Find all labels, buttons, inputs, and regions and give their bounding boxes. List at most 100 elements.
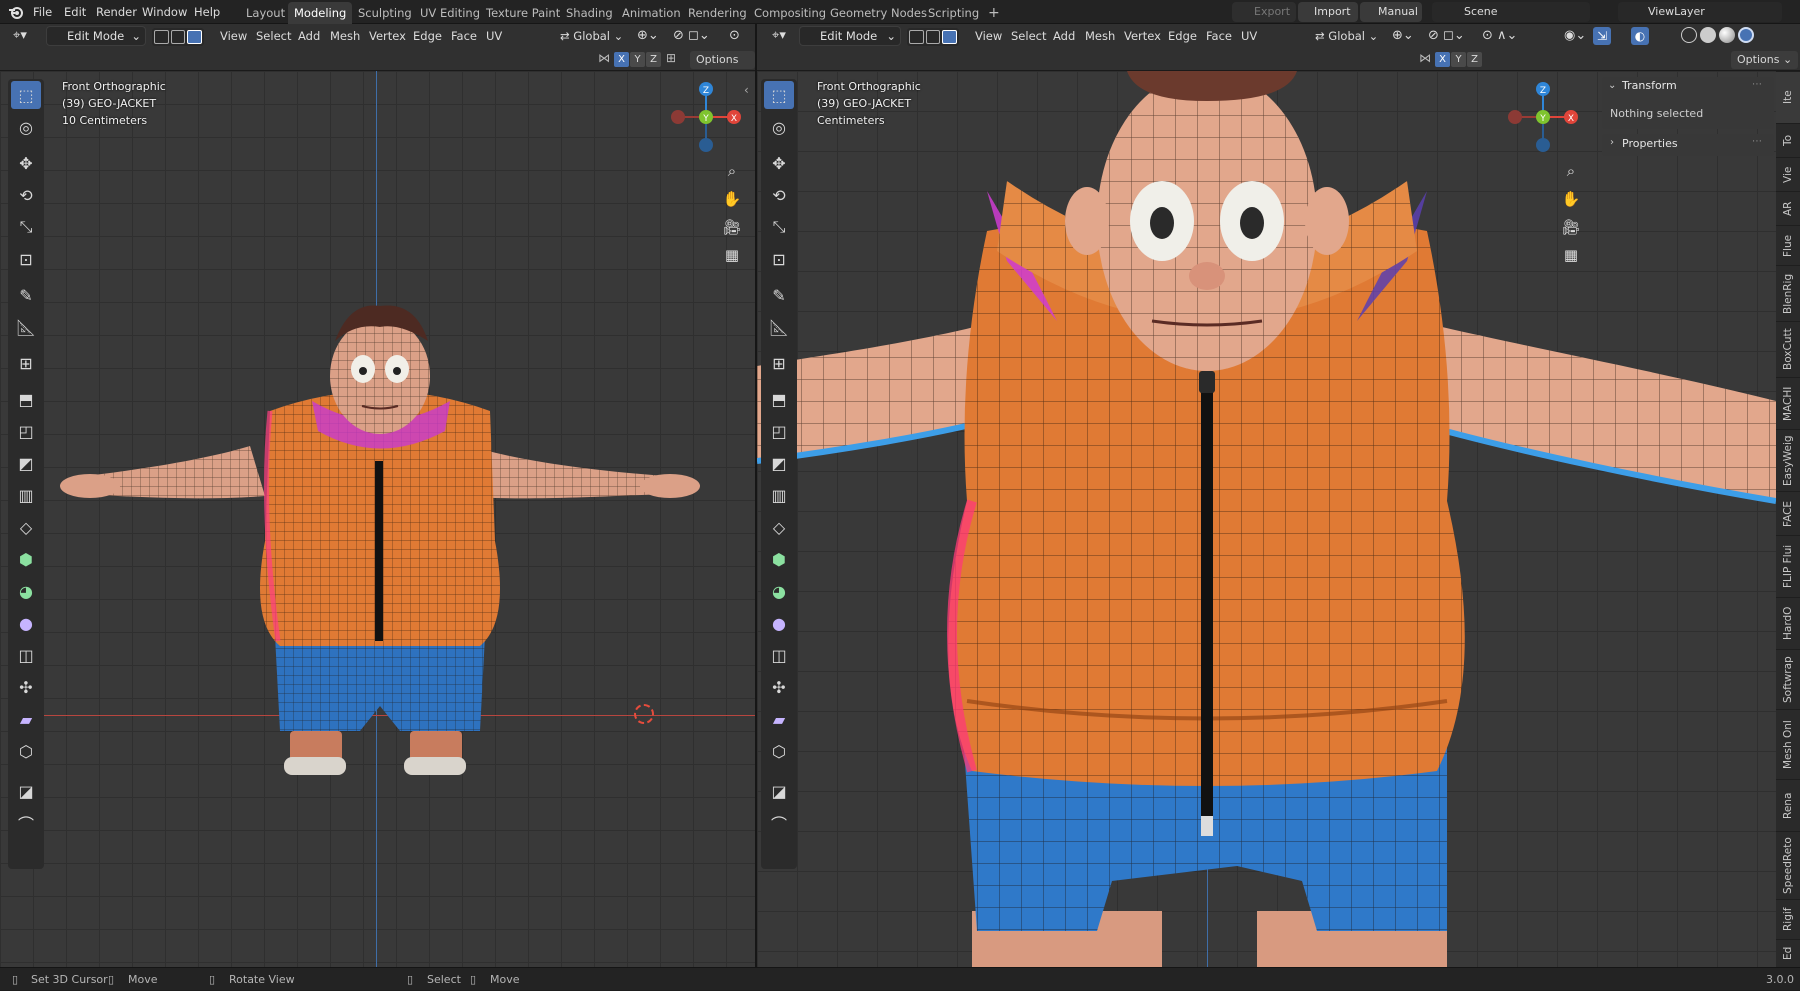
pan-hand-icon[interactable]: ✋ [718,187,746,211]
cursor-tool-icon[interactable]: ◎ [764,113,794,141]
pivot-icon[interactable]: ⊕⌄ [632,26,664,46]
axis-y-toggle[interactable]: Y [630,52,645,67]
visibility-icon[interactable]: ◉⌄ [1559,26,1591,46]
rotate-tool-icon[interactable]: ⟲ [11,181,41,209]
smooth-tool-icon[interactable]: ● [11,609,41,637]
menu-uv[interactable]: UV [1236,26,1262,46]
spin-tool-icon[interactable]: ◕ [11,577,41,605]
loop-cut-tool-icon[interactable]: ▥ [764,481,794,509]
shrink-fatten-tool-icon[interactable]: ✣ [11,673,41,701]
measure-tool-icon[interactable]: 📐︎ [11,313,41,341]
orientation-dropdown[interactable]: ⇄ Global ⌄ [1310,26,1383,46]
proportional-edit-icon[interactable]: ⊙ [724,26,745,46]
ortho-grid-icon[interactable]: ▦ [1557,243,1585,267]
sidetab-edit[interactable]: Ed [1776,939,1800,967]
sidetab-view[interactable]: Vie [1776,157,1800,191]
3d-cursor-icon[interactable] [634,704,654,724]
axis-z-toggle[interactable]: Z [646,52,661,67]
options-dropdown[interactable]: Options ⌄ [690,51,755,84]
vertex-select-icon[interactable] [909,30,924,44]
transform-tool-icon[interactable]: ⊡ [11,245,41,273]
smooth-tool-icon[interactable]: ● [764,609,794,637]
sidetab-flip-fluids[interactable]: FLIP Flui [1776,535,1800,597]
shear-tool-icon[interactable]: ▰ [764,705,794,733]
loop-cut-tool-icon[interactable]: ▥ [11,481,41,509]
transform-title[interactable]: Transform [1622,79,1677,92]
vertex-select-icon[interactable] [154,30,169,44]
zoom-icon[interactable]: ⌕ [1557,159,1585,183]
sidetab-boxcutter[interactable]: BoxCutt [1776,321,1800,377]
tab-uv-editing[interactable]: UV Editing [414,2,486,24]
edge-select-icon[interactable] [925,30,941,44]
snap-icon[interactable]: ⊘ ◻⌄ [1423,26,1470,46]
snap-icon[interactable]: ⊘ ◻⌄ [668,26,715,46]
sidetab-machin3[interactable]: MACHI [1776,377,1800,429]
auto-merge-icon[interactable]: ⊞ [666,51,676,65]
edge-slide-tool-icon[interactable]: ◫ [764,641,794,669]
menu-add[interactable]: Add [1048,26,1080,46]
rotate-tool-icon[interactable]: ⟲ [764,181,794,209]
custom-tool-a-icon[interactable]: ◪ [764,777,794,805]
tab-compositing[interactable]: Compositing [748,2,832,24]
tab-texture-paint[interactable]: Texture Paint [480,2,566,24]
manual-button[interactable]: Manual [1360,2,1422,22]
solid-shading-icon[interactable] [1700,27,1716,43]
edge-slide-tool-icon[interactable]: ◫ [11,641,41,669]
tab-animation[interactable]: Animation [616,2,687,24]
axis-z-toggle[interactable]: Z [1467,52,1482,67]
sidetab-mesh-online[interactable]: Mesh Onl [1776,709,1800,779]
sidetab-easyweight[interactable]: EasyWeig [1776,429,1800,491]
navigation-gizmo[interactable]: Z X Y [1505,79,1581,155]
scale-tool-icon[interactable]: ⤡ [11,213,41,241]
inset-tool-icon[interactable]: ◰ [11,417,41,445]
menu-edit[interactable]: Edit [60,0,90,24]
drag-handle-icon[interactable]: ⋯ [1752,79,1762,90]
tab-layout[interactable]: Layout [240,2,291,24]
axis-x-toggle[interactable]: X [1435,52,1450,67]
menu-window[interactable]: Window [138,0,191,24]
menu-select[interactable]: Select [1006,26,1051,46]
sidetab-hardops[interactable]: HardO [1776,597,1800,649]
camera-view-icon[interactable]: 🎥︎ [1557,215,1585,239]
mode-dropdown[interactable]: Edit Mode ⌄ [799,26,901,46]
viewlayer-selector[interactable]: ViewLayer [1618,2,1782,22]
overlay-toggle-icon[interactable]: ◐ [1631,27,1649,45]
sidetab-ar[interactable]: AR [1776,191,1800,225]
axis-x-toggle[interactable]: X [614,52,629,67]
pan-hand-icon[interactable]: ✋ [1557,187,1585,211]
chevron-down-icon[interactable]: ⌄ [1608,80,1616,91]
wireframe-shading-icon[interactable] [1681,27,1697,43]
custom-tool-b-icon[interactable]: ⌒ [11,809,41,837]
menu-edge[interactable]: Edge [1163,26,1202,46]
axis-y-toggle[interactable]: Y [1451,52,1466,67]
extrude-tool-icon[interactable]: ⬒ [11,385,41,413]
menu-vertex[interactable]: Vertex [364,26,411,46]
rendered-shading-icon[interactable] [1738,27,1754,43]
proportional-edit-icon[interactable]: ⊙ ∧⌄ [1477,26,1522,46]
cursor-tool-icon[interactable]: ◎ [11,113,41,141]
menu-add[interactable]: Add [293,26,325,46]
zoom-icon[interactable]: ⌕ [718,159,746,183]
drag-handle-icon[interactable]: ⋯ [1752,136,1762,147]
menu-face[interactable]: Face [1201,26,1237,46]
rip-tool-icon[interactable]: ⬡ [764,737,794,765]
sidetab-speedretopo[interactable]: SpeedReto [1776,831,1800,899]
material-shading-icon[interactable] [1719,27,1735,43]
transform-tool-icon[interactable]: ⊡ [764,245,794,273]
ortho-grid-icon[interactable]: ▦ [718,243,746,267]
scale-tool-icon[interactable]: ⤡ [764,213,794,241]
knife-tool-icon[interactable]: ◇ [764,513,794,541]
editor-type-icon[interactable]: ⌖▾ [767,26,791,46]
menu-view[interactable]: View [215,26,252,46]
blender-logo-icon[interactable] [8,4,24,20]
gizmo-toggle-icon[interactable]: ⇲ [1593,27,1611,45]
scene-selector[interactable]: Scene [1432,2,1590,22]
tab-geometry-nodes[interactable]: Geometry Nodes [824,2,933,24]
left-3d-viewport[interactable]: Front Orthographic (39) GEO-JACKET 10 Ce… [0,71,755,967]
sidetab-item[interactable]: Ite [1776,71,1800,123]
custom-tool-a-icon[interactable]: ◪ [11,777,41,805]
bevel-tool-icon[interactable]: ◩ [11,449,41,477]
export-button[interactable]: Export [1232,2,1296,22]
custom-tool-b-icon[interactable]: ⌒ [764,809,794,837]
measure-tool-icon[interactable]: 📐︎ [764,313,794,341]
